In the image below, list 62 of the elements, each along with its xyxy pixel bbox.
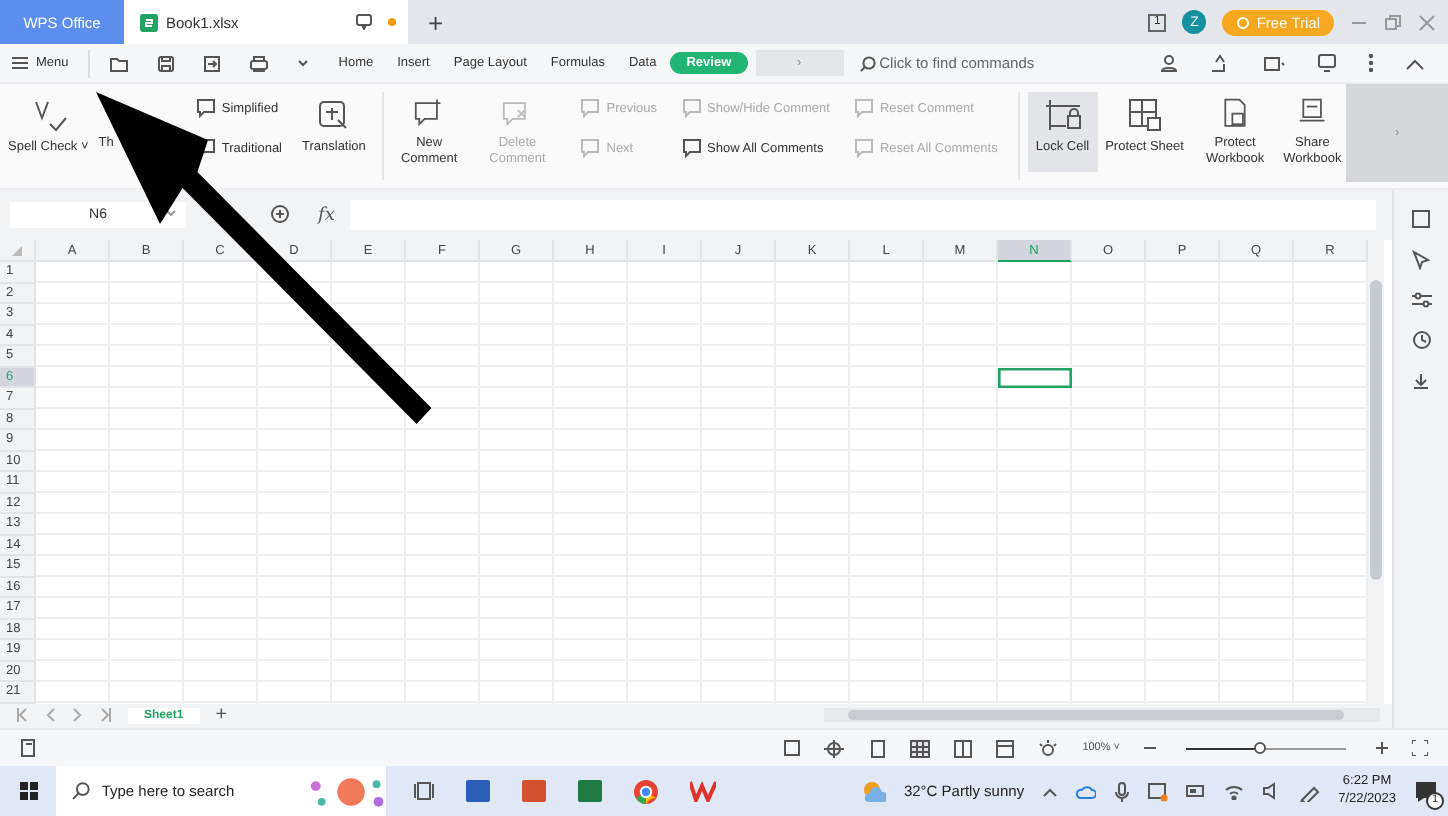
comment-small-icon (853, 98, 874, 118)
page-layout-icon[interactable] (996, 739, 1015, 757)
comment-small-icon (195, 98, 216, 118)
wps-app-icon[interactable] (690, 780, 716, 802)
new-tab-button[interactable]: + (428, 7, 444, 37)
dropdown-icon[interactable] (298, 58, 309, 68)
gear-icon (1236, 15, 1251, 29)
page-break-icon[interactable] (954, 739, 973, 757)
save-icon[interactable] (158, 55, 175, 71)
share-person-icon[interactable] (1160, 54, 1178, 72)
eye-care-icon[interactable] (1038, 739, 1059, 757)
lock-cell-icon (1043, 96, 1082, 134)
slider-thumb[interactable] (1253, 741, 1266, 753)
menu-icon (12, 56, 28, 70)
active-cell[interactable] (998, 367, 1072, 388)
comment-small-icon (681, 138, 702, 158)
panel-icon[interactable] (1412, 210, 1430, 228)
history-icon[interactable] (1411, 330, 1431, 350)
vertical-scrollbar[interactable] (1368, 240, 1384, 703)
comment-small-icon (681, 98, 702, 118)
add-sheet-button[interactable]: + (215, 704, 228, 726)
function-button[interactable]: fx (318, 205, 335, 225)
freeze-icon[interactable] (824, 739, 845, 757)
wifi-icon[interactable] (1224, 782, 1245, 800)
microphone-icon[interactable] (1114, 781, 1131, 801)
cursor-icon[interactable] (1412, 250, 1430, 270)
page-icon[interactable] (784, 740, 801, 756)
spreadsheet-icon (140, 13, 158, 31)
export-icon[interactable] (204, 55, 221, 71)
windows-icon[interactable] (19, 782, 37, 800)
dot-icon (388, 18, 396, 26)
browser-app-icon[interactable] (634, 779, 658, 803)
reading-icon[interactable] (868, 739, 887, 757)
battery-icon[interactable] (1186, 784, 1207, 798)
protect-sheet-icon (1125, 96, 1164, 134)
comment-small-icon (580, 98, 601, 118)
comment-small-icon (853, 138, 874, 158)
zoom-out-icon[interactable] (1144, 742, 1156, 754)
gallery-icon[interactable] (1264, 54, 1286, 72)
spellcheck-icon (29, 96, 68, 134)
folder-icon[interactable] (110, 55, 129, 71)
print-icon[interactable] (250, 55, 269, 71)
more-icon[interactable] (1368, 54, 1374, 72)
comment-icon[interactable] (1318, 54, 1336, 72)
zoom-in-icon[interactable] (1376, 742, 1388, 754)
meet-icon[interactable] (1148, 781, 1169, 801)
normal-view-icon[interactable] (910, 739, 931, 757)
chevron-up-icon[interactable] (1042, 785, 1059, 797)
document-icon[interactable] (20, 738, 38, 758)
pen-icon[interactable] (1300, 781, 1321, 801)
cloud-icon[interactable] (1076, 783, 1097, 799)
sliders-icon[interactable] (1411, 292, 1431, 308)
task-view-icon[interactable] (414, 782, 434, 800)
search-icon (859, 55, 876, 71)
comment-small-icon (580, 138, 601, 158)
fullscreen-icon[interactable] (1412, 740, 1428, 756)
horizontal-scrollbar[interactable] (824, 708, 1380, 722)
search-icon (72, 782, 90, 800)
speech-bubble-icon (356, 14, 372, 30)
download-icon[interactable] (1412, 372, 1430, 390)
collapse-icon[interactable] (1406, 57, 1424, 69)
zoom-icon[interactable] (270, 203, 290, 223)
